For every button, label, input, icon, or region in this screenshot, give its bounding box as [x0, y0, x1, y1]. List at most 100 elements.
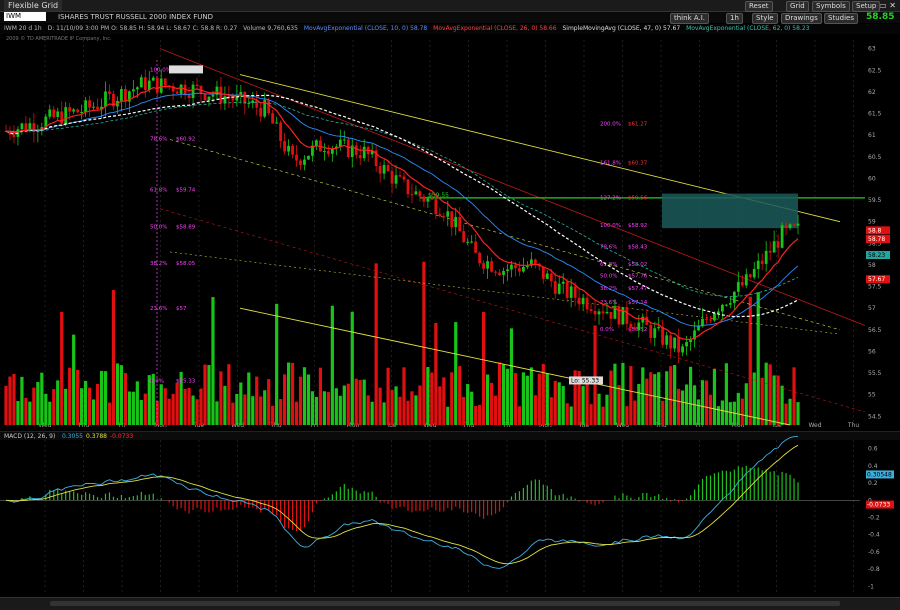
volume-bar [251, 396, 255, 425]
volume-bar [374, 263, 378, 425]
volume-bar [545, 373, 549, 425]
candle-body [637, 322, 641, 330]
volume-bar [119, 365, 124, 425]
volume-bar [418, 385, 422, 425]
style-button[interactable]: Style [752, 13, 778, 24]
candle-body [84, 100, 87, 113]
y-tick-label: 61.5 [868, 111, 882, 118]
trend-mid-dashed [169, 139, 841, 331]
channel-upper [159, 48, 866, 326]
candle-body [323, 151, 326, 153]
reset-button[interactable]: Reset [745, 1, 773, 12]
chart-area[interactable]: Wed Thu Fri Mon Tue Wed Thu Fri Mon Tue Wed Thu Fri M… [0, 35, 900, 597]
drawings-button[interactable]: Drawings [781, 13, 822, 24]
volume-bar [28, 401, 32, 425]
candle-body [255, 100, 259, 108]
y-tick-label: 56.5 [868, 327, 882, 334]
volume-bar [183, 388, 187, 425]
volume-bar [390, 389, 394, 425]
candle-body [732, 291, 736, 304]
volume-bar [267, 379, 271, 425]
studies-button[interactable]: Studies [824, 13, 858, 24]
volume-bar [681, 390, 685, 425]
candle-body [195, 84, 199, 86]
think-ai-button[interactable]: think A.I. [670, 13, 710, 24]
candle-body [736, 282, 740, 292]
macd-y-tick: 0.6 [868, 446, 878, 453]
candle-body [792, 224, 796, 226]
volume-bar [243, 394, 247, 425]
candle-body [589, 309, 593, 311]
candle-body [490, 261, 493, 272]
sma47-price-box: 57.67 [868, 276, 885, 283]
fib-right-pct: 161.8% [600, 160, 621, 166]
volume-bar [207, 365, 211, 425]
volume-bar [780, 385, 784, 425]
volume-bar [669, 366, 673, 425]
volume-bar [298, 376, 303, 425]
bottom-scrollbar[interactable] [0, 597, 900, 610]
volume-bar [36, 382, 40, 425]
candle-body [267, 99, 271, 114]
setup-button[interactable]: Setup [852, 1, 881, 12]
fib-right-value: $57.14 [628, 300, 648, 306]
grid-button[interactable]: Grid [786, 1, 809, 12]
volume-bar [191, 395, 195, 425]
candle-body [64, 107, 68, 124]
candle-body [24, 123, 28, 131]
candle-body [338, 139, 342, 147]
volume-bar [756, 292, 760, 425]
candle-body [315, 140, 318, 146]
volume-bar [589, 404, 593, 425]
candle-body [502, 270, 505, 275]
timeframe-button[interactable]: 1h [726, 13, 743, 24]
study-ema62[interactable]: MovAvgExponential (CLOSE, 62, 0) 58.23 [686, 25, 809, 32]
symbols-button[interactable]: Symbols [812, 1, 850, 12]
candle-body [760, 260, 764, 264]
volume-bar [199, 388, 203, 425]
candle-body [633, 327, 637, 330]
candle-body [390, 171, 394, 184]
candle-body [187, 95, 191, 99]
symbol-input[interactable]: IWM [4, 12, 46, 21]
volume-bar [8, 376, 12, 425]
volume-bar [203, 364, 207, 425]
volume-bar [163, 388, 167, 425]
study-ema26[interactable]: MovAvgExponential (CLOSE, 26, 0) 58.66 [433, 25, 556, 32]
candle-body [346, 139, 350, 158]
period-label[interactable]: IWM 20 d 1h [4, 25, 42, 32]
study-sma47[interactable]: SimpleMovingAvg (CLOSE, 47, 0) 57.67 [562, 25, 680, 32]
fib-right-pct: 200.0% [600, 121, 621, 127]
y-tick-label: 57 [868, 305, 876, 312]
volume-bar [740, 398, 744, 425]
volume-bar [529, 367, 533, 425]
scroll-track[interactable] [50, 601, 840, 606]
volume-bar [557, 382, 561, 425]
volume-bar [736, 392, 740, 425]
study-ema10[interactable]: MovAvgExponential (CLOSE, 10, 0) 58.78 [304, 25, 427, 32]
volume-bar [414, 395, 418, 425]
candle-body [605, 311, 609, 314]
candle-body [362, 146, 366, 159]
candle-body [450, 211, 454, 228]
candle-body [573, 286, 577, 298]
candle-body [721, 304, 724, 312]
volume-bar [215, 401, 219, 425]
candle-body [772, 241, 776, 253]
candle-body [752, 269, 756, 278]
volume-bar [378, 387, 382, 425]
volume-bar [597, 393, 601, 425]
volume-bar [426, 366, 430, 425]
volume-bar [310, 391, 315, 425]
volume-bar [653, 374, 657, 425]
volume-bar [406, 400, 410, 425]
volume-bar [358, 379, 362, 425]
candle-body [279, 122, 283, 142]
candle-body [569, 286, 573, 298]
y-tick-label: 55 [868, 392, 876, 399]
volume-bar [430, 372, 434, 425]
candle-body [175, 91, 179, 94]
candle-body [724, 304, 728, 306]
tab-flexible-grid[interactable]: Flexible Grid [4, 0, 63, 11]
volume-bar [673, 364, 677, 425]
